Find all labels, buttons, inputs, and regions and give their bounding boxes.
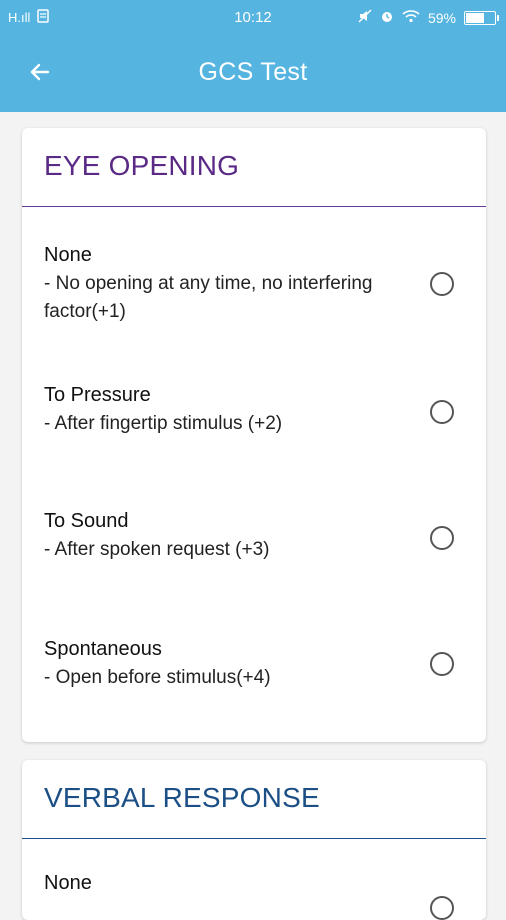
option-label: None bbox=[44, 244, 92, 266]
wifi-icon bbox=[402, 9, 420, 26]
battery-fill bbox=[466, 12, 484, 23]
card-header: EYE OPENING bbox=[22, 128, 486, 207]
status-right: 59% bbox=[358, 9, 499, 26]
radio-to-sound[interactable] bbox=[430, 526, 454, 550]
option-description: - No opening at any time, no interfering… bbox=[44, 273, 373, 322]
radio-spontaneous[interactable] bbox=[430, 652, 454, 676]
battery-percent: 59% bbox=[427, 9, 456, 26]
option-label: None bbox=[44, 872, 92, 894]
card-header: VERBAL RESPONSE bbox=[22, 760, 486, 839]
section-title: VERBAL RESPONSE bbox=[44, 782, 320, 813]
section-title: EYE OPENING bbox=[44, 150, 240, 181]
page-title: GCS Test bbox=[198, 58, 308, 86]
mute-icon bbox=[358, 9, 372, 26]
verbal-response-card: VERBAL RESPONSE None bbox=[22, 760, 486, 920]
option-none[interactable]: None - No opening at any time, no interf… bbox=[22, 238, 486, 338]
option-description: - After spoken request (+3) bbox=[44, 539, 270, 560]
radio-none[interactable] bbox=[430, 272, 454, 296]
app-bar: GCS Test bbox=[0, 34, 506, 112]
option-description: - After fingertip stimulus (+2) bbox=[44, 413, 283, 434]
option-to-sound[interactable]: To Sound - After spoken request (+3) bbox=[22, 502, 486, 582]
option-label: Spontaneous bbox=[44, 638, 162, 660]
radio-to-pressure[interactable] bbox=[430, 400, 454, 424]
option-label: To Pressure bbox=[44, 384, 151, 406]
option-label: To Sound bbox=[44, 510, 129, 532]
option-spontaneous[interactable]: Spontaneous - Open before stimulus(+4) bbox=[22, 628, 486, 708]
option-none[interactable]: None bbox=[22, 868, 486, 920]
battery-icon bbox=[464, 10, 499, 25]
option-description: - Open before stimulus(+4) bbox=[44, 667, 271, 688]
option-to-pressure[interactable]: To Pressure - After fingertip stimulus (… bbox=[22, 376, 486, 456]
alarm-icon bbox=[380, 9, 394, 26]
eye-opening-card: EYE OPENING None - No opening at any tim… bbox=[22, 128, 486, 742]
status-bar: H.ıll 10:12 59% bbox=[0, 0, 506, 34]
